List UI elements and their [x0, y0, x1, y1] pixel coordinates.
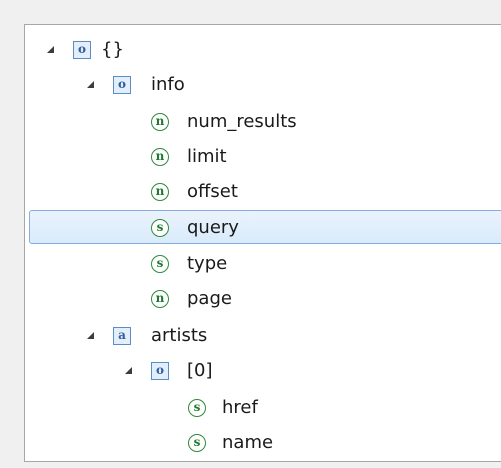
expanded-arrow-icon[interactable]	[47, 46, 54, 53]
object-icon: o	[73, 41, 91, 59]
number-icon: n	[151, 148, 169, 166]
tree-node-item-0[interactable]: o [0]	[25, 354, 501, 388]
tree-node-name[interactable]: s name	[25, 426, 501, 460]
tree-node-label: href	[222, 397, 258, 418]
expanded-arrow-icon[interactable]	[87, 81, 94, 88]
tree-node-num-results[interactable]: n num_results	[25, 105, 501, 139]
tree-node-label: type	[187, 253, 228, 274]
number-icon: n	[151, 113, 169, 131]
tree-node-root[interactable]: o {}	[25, 33, 501, 67]
number-icon: n	[151, 290, 169, 308]
tree-node-label: offset	[187, 181, 238, 202]
tree-node-label: [0]	[187, 360, 213, 381]
number-icon: n	[151, 183, 169, 201]
tree-node-limit[interactable]: n limit	[25, 140, 501, 174]
tree-node-info[interactable]: o info	[25, 68, 501, 102]
tree-node-href[interactable]: s href	[25, 391, 501, 425]
tree-node-query[interactable]: s query	[29, 210, 501, 244]
tree-node-label: limit	[187, 146, 227, 167]
tree-node-type[interactable]: s type	[25, 247, 501, 281]
string-icon: s	[188, 434, 206, 452]
object-icon: o	[151, 362, 169, 380]
tree-node-label: info	[151, 74, 185, 95]
array-icon: a	[113, 327, 131, 345]
tree-node-label: name	[222, 432, 274, 453]
tree-node-label: page	[187, 288, 232, 309]
tree-node-label: query	[187, 217, 239, 238]
tree-node-artists[interactable]: a artists	[25, 319, 501, 353]
tree-node-page[interactable]: n page	[25, 282, 501, 316]
json-tree-panel: o {} o info n num_results n limit n offs…	[24, 24, 501, 462]
expanded-arrow-icon[interactable]	[125, 367, 132, 374]
string-icon: s	[151, 255, 169, 273]
tree-node-label: artists	[151, 325, 208, 346]
tree-node-offset[interactable]: n offset	[25, 175, 501, 209]
expanded-arrow-icon[interactable]	[87, 332, 94, 339]
tree-node-label: {}	[101, 39, 124, 60]
string-icon: s	[188, 399, 206, 417]
tree-node-label: num_results	[187, 111, 297, 132]
string-icon: s	[151, 219, 169, 237]
object-icon: o	[113, 76, 131, 94]
